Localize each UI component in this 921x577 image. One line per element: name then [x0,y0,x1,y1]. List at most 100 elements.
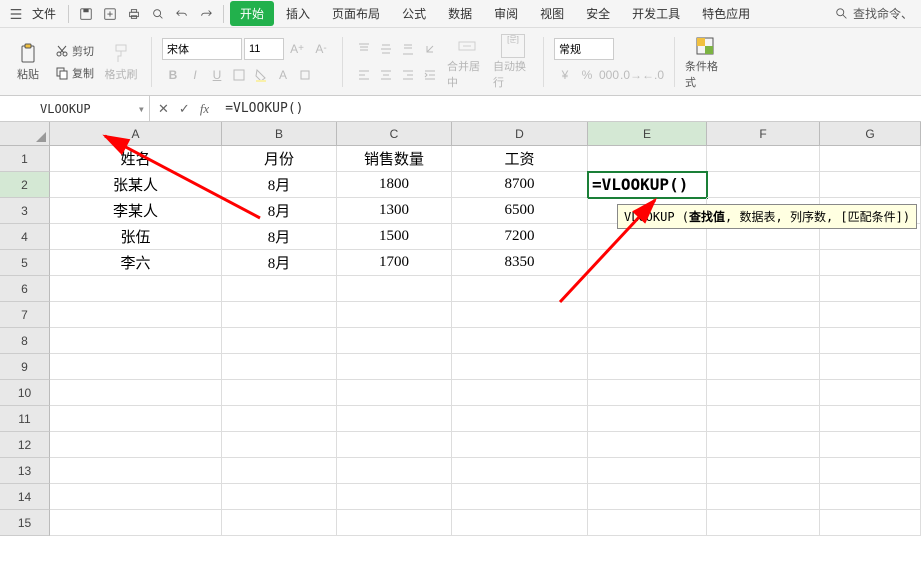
tab-review[interactable]: 审阅 [484,1,528,26]
file-menu[interactable]: 文件 [26,5,62,22]
cell-G8[interactable] [820,328,921,354]
cell-B11[interactable] [222,406,337,432]
cell-A11[interactable] [50,406,222,432]
cell-B15[interactable] [222,510,337,536]
cell-C4[interactable]: 1500 [337,224,452,250]
align-center-icon[interactable] [375,64,397,86]
cell-F9[interactable] [707,354,820,380]
cell-B6[interactable] [222,276,337,302]
cell-G11[interactable] [820,406,921,432]
row-header-10[interactable]: 10 [0,380,50,406]
cell-G9[interactable] [820,354,921,380]
cell-E10[interactable] [588,380,707,406]
cell-C10[interactable] [337,380,452,406]
cut-button[interactable]: 剪切 [52,41,97,61]
name-box[interactable]: VLOOKUP ▾ [0,96,150,121]
row-header-14[interactable]: 14 [0,484,50,510]
font-size-select[interactable] [244,38,284,60]
merge-center-button[interactable]: 合并居中 [447,34,487,90]
cell-B10[interactable] [222,380,337,406]
cell-F6[interactable] [707,276,820,302]
save-icon[interactable] [75,3,97,25]
cell-E9[interactable] [588,354,707,380]
cell-A5[interactable]: 李六 [50,250,222,276]
formula-input[interactable]: =VLOOKUP() [217,101,921,116]
cell-C1[interactable]: 销售数量 [337,146,452,172]
cell-D15[interactable] [452,510,588,536]
currency-icon[interactable]: ¥ [554,64,576,86]
align-bottom-icon[interactable] [397,38,419,60]
print-icon[interactable] [123,3,145,25]
tab-security[interactable]: 安全 [576,1,620,26]
row-header-8[interactable]: 8 [0,328,50,354]
cell-C7[interactable] [337,302,452,328]
tab-insert[interactable]: 插入 [276,1,320,26]
cell-G13[interactable] [820,458,921,484]
cell-G5[interactable] [820,250,921,276]
tab-view[interactable]: 视图 [530,1,574,26]
italic-button[interactable]: I [184,64,206,86]
col-header-F[interactable]: F [707,122,820,146]
cell-D3[interactable]: 6500 [452,198,588,224]
row-header-11[interactable]: 11 [0,406,50,432]
cell-B7[interactable] [222,302,337,328]
cell-D5[interactable]: 8350 [452,250,588,276]
search-command[interactable]: 查找命令、 [835,5,913,22]
cell-A1[interactable]: 姓名 [50,146,222,172]
cell-D14[interactable] [452,484,588,510]
col-header-D[interactable]: D [452,122,588,146]
row-header-7[interactable]: 7 [0,302,50,328]
cell-E15[interactable] [588,510,707,536]
cell-D11[interactable] [452,406,588,432]
cell-A4[interactable]: 张伍 [50,224,222,250]
cell-C15[interactable] [337,510,452,536]
percent-icon[interactable]: % [576,64,598,86]
cell-B13[interactable] [222,458,337,484]
cell-C3[interactable]: 1300 [337,198,452,224]
cell-E1[interactable] [588,146,707,172]
cell-D2[interactable]: 8700 [452,172,588,198]
cell-C6[interactable] [337,276,452,302]
chevron-down-icon[interactable]: ▾ [138,102,145,116]
accept-formula-icon[interactable]: ✓ [179,101,190,117]
cell-C14[interactable] [337,484,452,510]
cell-E5[interactable] [588,250,707,276]
cell-D7[interactable] [452,302,588,328]
cell-F10[interactable] [707,380,820,406]
cell-C5[interactable]: 1700 [337,250,452,276]
align-left-icon[interactable] [353,64,375,86]
cell-E7[interactable] [588,302,707,328]
cell-F14[interactable] [707,484,820,510]
tab-dev[interactable]: 开发工具 [622,1,690,26]
cell-A13[interactable] [50,458,222,484]
cell-C2[interactable]: 1800 [337,172,452,198]
cell-F13[interactable] [707,458,820,484]
cell-B9[interactable] [222,354,337,380]
font-color-button[interactable]: A [272,64,294,86]
cell-F5[interactable] [707,250,820,276]
cell-F7[interactable] [707,302,820,328]
conditional-format-button[interactable]: 条件格式 [685,34,725,90]
row-header-3[interactable]: 3 [0,198,50,224]
cell-B5[interactable]: 8月 [222,250,337,276]
cell-F15[interactable] [707,510,820,536]
col-header-G[interactable]: G [820,122,921,146]
tab-layout[interactable]: 页面布局 [322,1,390,26]
align-top-icon[interactable] [353,38,375,60]
tab-data[interactable]: 数据 [438,1,482,26]
cell-C9[interactable] [337,354,452,380]
undo-icon[interactable] [171,3,193,25]
cell-C11[interactable] [337,406,452,432]
tab-special[interactable]: 特色应用 [692,1,760,26]
cell-G2[interactable] [820,172,921,198]
select-all-corner[interactable] [0,122,50,146]
cell-G12[interactable] [820,432,921,458]
cell-A8[interactable] [50,328,222,354]
cell-G10[interactable] [820,380,921,406]
cell-D10[interactable] [452,380,588,406]
print-preview-icon[interactable] [147,3,169,25]
decrease-font-icon[interactable]: A- [310,38,332,60]
cell-B8[interactable] [222,328,337,354]
cell-G15[interactable] [820,510,921,536]
cell-A9[interactable] [50,354,222,380]
